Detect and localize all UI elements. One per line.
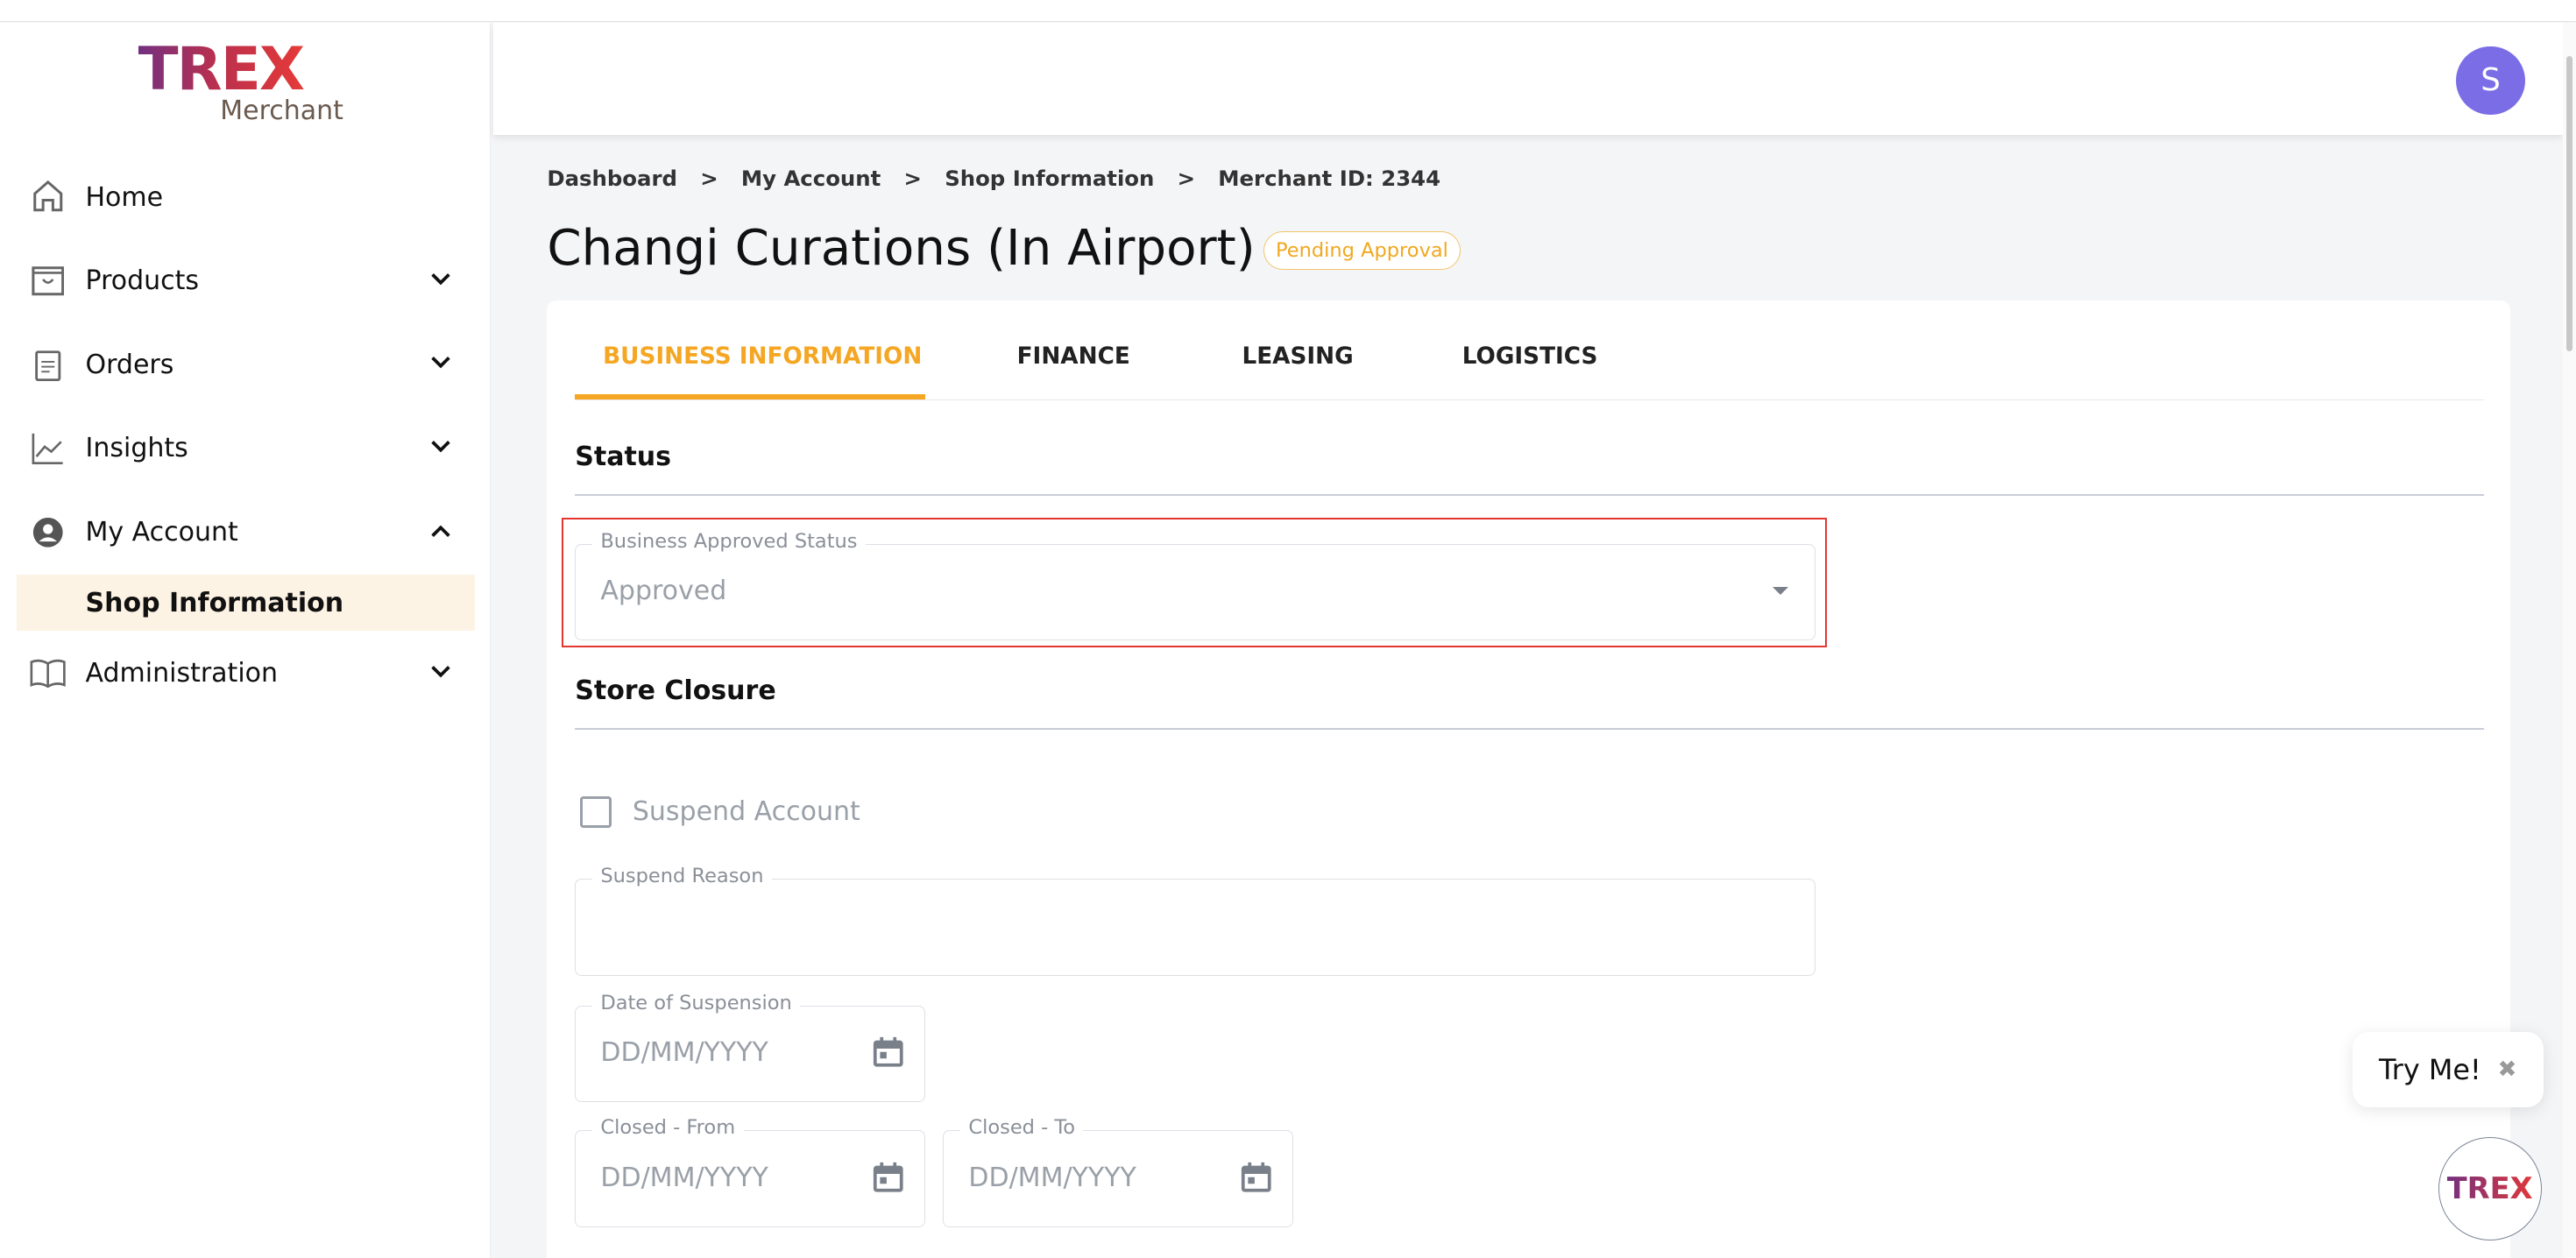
date-placeholder: DD/MM/YYYY: [968, 1163, 1136, 1193]
field-value: Approved: [600, 576, 726, 606]
field-label: Closed - To: [960, 1116, 1083, 1139]
sidebar-subitem-shop-information[interactable]: Shop Information: [17, 575, 475, 631]
sidebar-item-insights[interactable]: Insights: [30, 424, 460, 473]
business-approved-status-select[interactable]: Business Approved Status Approved: [575, 544, 1815, 641]
sidebar-item-orders[interactable]: Orders: [30, 340, 460, 389]
sidebar-item-label: Administration: [86, 658, 279, 689]
tab-bar: BUSINESS INFORMATION FINANCE LEASING LOG…: [575, 300, 2484, 400]
account-circle-icon: [30, 514, 66, 550]
chart-line-icon: [30, 430, 66, 466]
chatbot-launcher-button[interactable]: TREX: [2438, 1137, 2542, 1240]
chevron-right-icon: >: [700, 166, 718, 191]
divider: [575, 494, 2484, 496]
chevron-right-icon: >: [1178, 166, 1195, 191]
dropdown-arrow-icon: [1773, 587, 1788, 595]
active-tab-indicator: [575, 394, 924, 399]
sidebar-item-label: Products: [86, 265, 200, 296]
breadcrumb-dashboard[interactable]: Dashboard: [547, 166, 677, 191]
close-icon[interactable]: ✖: [2497, 1057, 2516, 1083]
page-title: Changi Curations (In Airport): [547, 220, 1255, 277]
shop-info-card: BUSINESS INFORMATION FINANCE LEASING LOG…: [547, 300, 2510, 1258]
status-heading: Status: [575, 442, 671, 472]
date-placeholder: DD/MM/YYYY: [600, 1163, 768, 1193]
chevron-down-icon: [428, 350, 454, 383]
chevron-up-icon: [428, 518, 454, 551]
chevron-down-icon: [428, 266, 454, 300]
tab-leasing[interactable]: LEASING: [1242, 343, 1354, 370]
breadcrumb: Dashboard > My Account > Shop Information >…: [547, 166, 1463, 191]
window-top-bar: [0, 0, 2576, 22]
book-icon: [30, 655, 66, 691]
breadcrumb-merchant-id: Merchant ID: 2344: [1218, 166, 1440, 191]
suspend-reason-input[interactable]: Suspend Reason: [575, 879, 1815, 976]
page-scrollbar[interactable]: [2563, 23, 2576, 1258]
sidebar-item-home[interactable]: Home: [30, 173, 460, 222]
sidebar-item-label: Insights: [86, 433, 188, 463]
breadcrumb-my-account[interactable]: My Account: [741, 166, 881, 191]
sidebar-item-administration[interactable]: Administration: [30, 649, 460, 698]
scrollbar-thumb[interactable]: [2566, 56, 2573, 352]
status-badge: Pending Approval: [1263, 231, 1461, 269]
sidebar-item-label: Home: [86, 182, 164, 213]
sidebar-item-my-account[interactable]: My Account: [30, 507, 460, 556]
try-me-label: Try Me!: [2379, 1053, 2481, 1086]
sidebar: TREX Merchant Home Products Orders Insig…: [0, 23, 491, 1258]
tab-business-information[interactable]: BUSINESS INFORMATION: [603, 343, 922, 370]
home-icon: [30, 179, 66, 215]
user-avatar[interactable]: S: [2456, 46, 2525, 116]
closed-from-input[interactable]: Closed - From DD/MM/YYYY: [575, 1130, 924, 1227]
closed-to-input[interactable]: Closed - To DD/MM/YYYY: [943, 1130, 1292, 1227]
field-label: Suspend Reason: [592, 865, 772, 887]
top-header: S: [493, 23, 2564, 135]
chevron-down-icon: [428, 434, 454, 467]
date-placeholder: DD/MM/YYYY: [600, 1037, 768, 1068]
trex-merchant-logo[interactable]: TREX Merchant: [138, 39, 369, 138]
sidebar-item-label: Orders: [86, 350, 174, 380]
date-of-suspension-input[interactable]: Date of Suspension DD/MM/YYYY: [575, 1006, 924, 1103]
clipboard-icon: [30, 347, 66, 383]
calendar-icon[interactable]: [1240, 1161, 1273, 1201]
tab-finance[interactable]: FINANCE: [1017, 343, 1130, 370]
field-label: Closed - From: [592, 1116, 744, 1139]
sidebar-item-label: My Account: [86, 517, 238, 548]
trex-bot-logo: TREX: [2447, 1171, 2533, 1205]
chevron-right-icon: >: [904, 166, 922, 191]
sidebar-item-products[interactable]: Products: [30, 257, 460, 306]
field-label: Business Approved Status: [592, 530, 866, 553]
try-me-popup[interactable]: Try Me! ✖: [2353, 1032, 2544, 1107]
shopping-bag-icon: [30, 263, 66, 299]
field-label: Date of Suspension: [592, 992, 800, 1014]
divider: [575, 728, 2484, 730]
suspend-account-label[interactable]: Suspend Account: [633, 796, 860, 827]
store-closure-heading: Store Closure: [575, 675, 775, 706]
calendar-icon[interactable]: [872, 1035, 905, 1076]
breadcrumb-shop-information[interactable]: Shop Information: [945, 166, 1154, 191]
chevron-down-icon: [428, 659, 454, 692]
suspend-account-checkbox[interactable]: [580, 796, 612, 828]
calendar-icon[interactable]: [872, 1161, 905, 1201]
tab-logistics[interactable]: LOGISTICS: [1462, 343, 1598, 370]
